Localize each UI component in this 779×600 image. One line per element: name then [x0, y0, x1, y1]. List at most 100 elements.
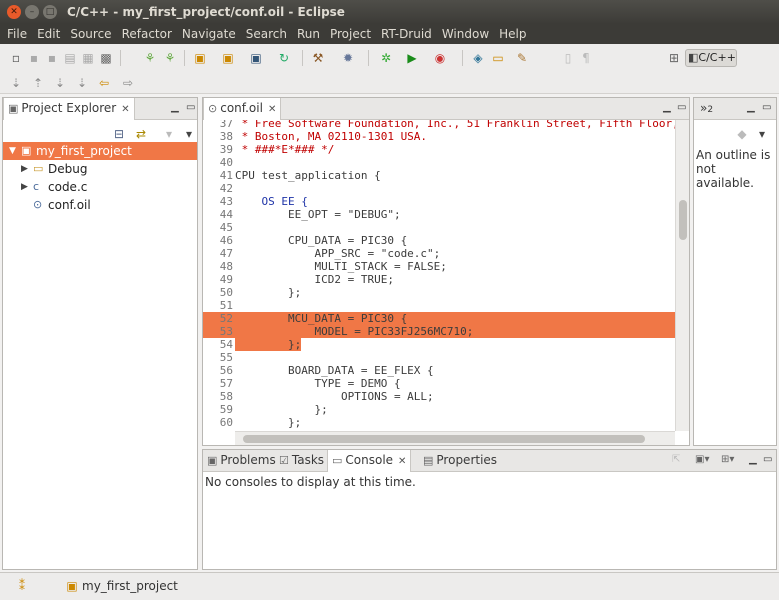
minimize-icon[interactable]: ▁	[663, 102, 671, 114]
code-line[interactable]: 58 OPTIONS = ALL;	[203, 390, 675, 403]
code-line[interactable]: 43 OS EE {	[203, 195, 675, 208]
tree-item[interactable]: ⊙ conf.oil	[3, 196, 197, 214]
menu-edit[interactable]: Edit	[32, 27, 65, 41]
tree-item[interactable]: ▼ ▣ my_first_project	[3, 142, 197, 160]
maximize-icon[interactable]: ▭	[186, 102, 195, 114]
close-icon[interactable]: ✕	[268, 104, 276, 115]
code-line[interactable]: 55	[203, 351, 675, 364]
code-line[interactable]: 53 MODEL = PIC33FJ256MC710;	[203, 325, 675, 338]
code-line[interactable]: 44 EE_OPT = "DEBUG";	[203, 208, 675, 221]
code-line[interactable]: 39 * ###*E*### */	[203, 143, 675, 156]
vertical-scrollbar[interactable]	[675, 120, 689, 431]
new-class-icon[interactable]: ▣	[248, 50, 264, 66]
code-line[interactable]: 59 };	[203, 403, 675, 416]
code-line[interactable]: 60 };	[203, 416, 675, 429]
last-edit-icon[interactable]: ⇣	[74, 75, 90, 91]
collapse-all-icon[interactable]: ⊟	[111, 126, 127, 142]
close-icon[interactable]: ✕	[398, 456, 406, 467]
new-file-icon[interactable]: ▫	[8, 50, 24, 66]
run-icon[interactable]: ▶	[404, 50, 420, 66]
view-menu-icon[interactable]: ◆	[734, 126, 750, 142]
code-line[interactable]: 41 CPU test_application {	[203, 169, 675, 182]
tab-outline-overflow[interactable]: »2	[696, 98, 717, 120]
new-folder-icon[interactable]: ▣	[220, 50, 236, 66]
menu-navigate[interactable]: Navigate	[177, 27, 241, 41]
previous-annotation-icon[interactable]: ⇡	[30, 75, 46, 91]
chevron-right-icon[interactable]: ▶	[21, 160, 28, 178]
view-menu-dropdown-icon[interactable]: ▾	[754, 126, 770, 142]
code-line[interactable]: 56 BOARD_DATA = EE_FLEX {	[203, 364, 675, 377]
tree-item[interactable]: ▶ ▭ Debug	[3, 160, 197, 178]
tab-problems[interactable]: ▣ Problems	[203, 450, 280, 472]
minimize-icon[interactable]: ▁	[171, 102, 179, 114]
code-line[interactable]: 46 CPU_DATA = PIC30 {	[203, 234, 675, 247]
print-icon[interactable]: ▤	[62, 50, 78, 66]
save-icon[interactable]: ▪	[26, 50, 42, 66]
tab-tasks[interactable]: ☑ Tasks	[275, 450, 328, 472]
code-line[interactable]: 52 MCU_DATA = PIC30 {	[203, 312, 675, 325]
open-type-icon[interactable]: ◈	[470, 50, 486, 66]
code-line[interactable]: 42	[203, 182, 675, 195]
chevron-right-icon[interactable]: ▶	[21, 178, 28, 196]
debug-bug-icon[interactable]: ✲	[378, 50, 394, 66]
code-line[interactable]: 45	[203, 221, 675, 234]
tree-item[interactable]: ▶ c code.c	[3, 178, 197, 196]
pencil-icon[interactable]: ✎	[514, 50, 530, 66]
build-icon[interactable]: ⚘	[162, 50, 178, 66]
tab-project-explorer[interactable]: ▣ Project Explorer ✕	[3, 98, 135, 120]
pin-console-icon[interactable]: ⇱	[672, 454, 680, 466]
code-line[interactable]: 37 * Free Software Foundation, Inc., 51 …	[203, 120, 675, 130]
maximize-icon[interactable]: ▭	[677, 102, 686, 114]
view-menu-dropdown-icon[interactable]: ▾	[181, 126, 197, 142]
horizontal-scrollbar[interactable]	[235, 431, 675, 445]
scroll-thumb[interactable]	[243, 435, 645, 443]
forward-icon[interactable]: ⇨	[120, 75, 136, 91]
code-line[interactable]: 49 ICD2 = TRUE;	[203, 273, 675, 286]
tab-conf-oil[interactable]: ⊙ conf.oil ✕	[203, 98, 282, 120]
new-project-icon[interactable]: ▣	[192, 50, 208, 66]
build-all-icon[interactable]: ▦	[80, 50, 96, 66]
code-line[interactable]: 40	[203, 156, 675, 169]
debug-icon[interactable]: ⚘	[142, 50, 158, 66]
perspective-cpp-button[interactable]: ◧C/C++	[685, 49, 737, 67]
link-editor-icon[interactable]: ⇄	[133, 126, 149, 142]
menu-source[interactable]: Source	[65, 27, 116, 41]
tab-properties[interactable]: ▤ Properties	[419, 450, 501, 472]
maximize-icon[interactable]: ▭	[763, 454, 772, 466]
refresh-icon[interactable]: ↻	[276, 50, 292, 66]
binary-icon[interactable]: ▩	[98, 50, 114, 66]
code-line[interactable]: 54 };	[203, 338, 675, 351]
maximize-window-button[interactable]: □	[43, 5, 57, 19]
menu-help[interactable]: Help	[494, 27, 531, 41]
close-window-button[interactable]: ✕	[7, 5, 21, 19]
scroll-thumb[interactable]	[679, 200, 687, 240]
save-all-icon[interactable]: ▪	[44, 50, 60, 66]
menu-rt-druid[interactable]: RT-Druid	[376, 27, 437, 41]
back-icon[interactable]: ⇦	[96, 75, 112, 91]
close-icon[interactable]: ✕	[121, 104, 129, 115]
minimize-icon[interactable]: ▁	[749, 454, 757, 466]
open-console-icon[interactable]: ⊞▾	[721, 454, 734, 466]
code-line[interactable]: 48 MULTI_STACK = FALSE;	[203, 260, 675, 273]
hammer-icon[interactable]: ⚒	[310, 50, 326, 66]
next-annotation-icon[interactable]: ⇣	[8, 75, 24, 91]
open-perspective-icon[interactable]: ⊞	[666, 50, 682, 66]
open-folder-icon[interactable]: ▭	[490, 50, 506, 66]
code-line[interactable]: 38 * Boston, MA 02110-1301 USA.	[203, 130, 675, 143]
code-line[interactable]: 47 APP_SRC = "code.c";	[203, 247, 675, 260]
new-task-icon[interactable]: ⁑	[14, 578, 30, 594]
maximize-icon[interactable]: ▭	[762, 102, 771, 114]
menu-window[interactable]: Window	[437, 27, 494, 41]
menu-refactor[interactable]: Refactor	[117, 27, 177, 41]
minimize-window-button[interactable]: –	[25, 5, 39, 19]
minimize-icon[interactable]: ▁	[747, 102, 755, 114]
code-line[interactable]: 51	[203, 299, 675, 312]
menu-project[interactable]: Project	[325, 27, 376, 41]
menu-file[interactable]: File	[2, 27, 32, 41]
code-line[interactable]: 57 TYPE = DEMO {	[203, 377, 675, 390]
toggle-mark-icon[interactable]: ▯	[560, 50, 576, 66]
display-console-icon[interactable]: ▣▾	[695, 454, 709, 466]
external-tools-icon[interactable]: ◉	[432, 50, 448, 66]
code-editor[interactable]: 37 * Free Software Foundation, Inc., 51 …	[203, 120, 675, 431]
next-edit-icon[interactable]: ⇣	[52, 75, 68, 91]
